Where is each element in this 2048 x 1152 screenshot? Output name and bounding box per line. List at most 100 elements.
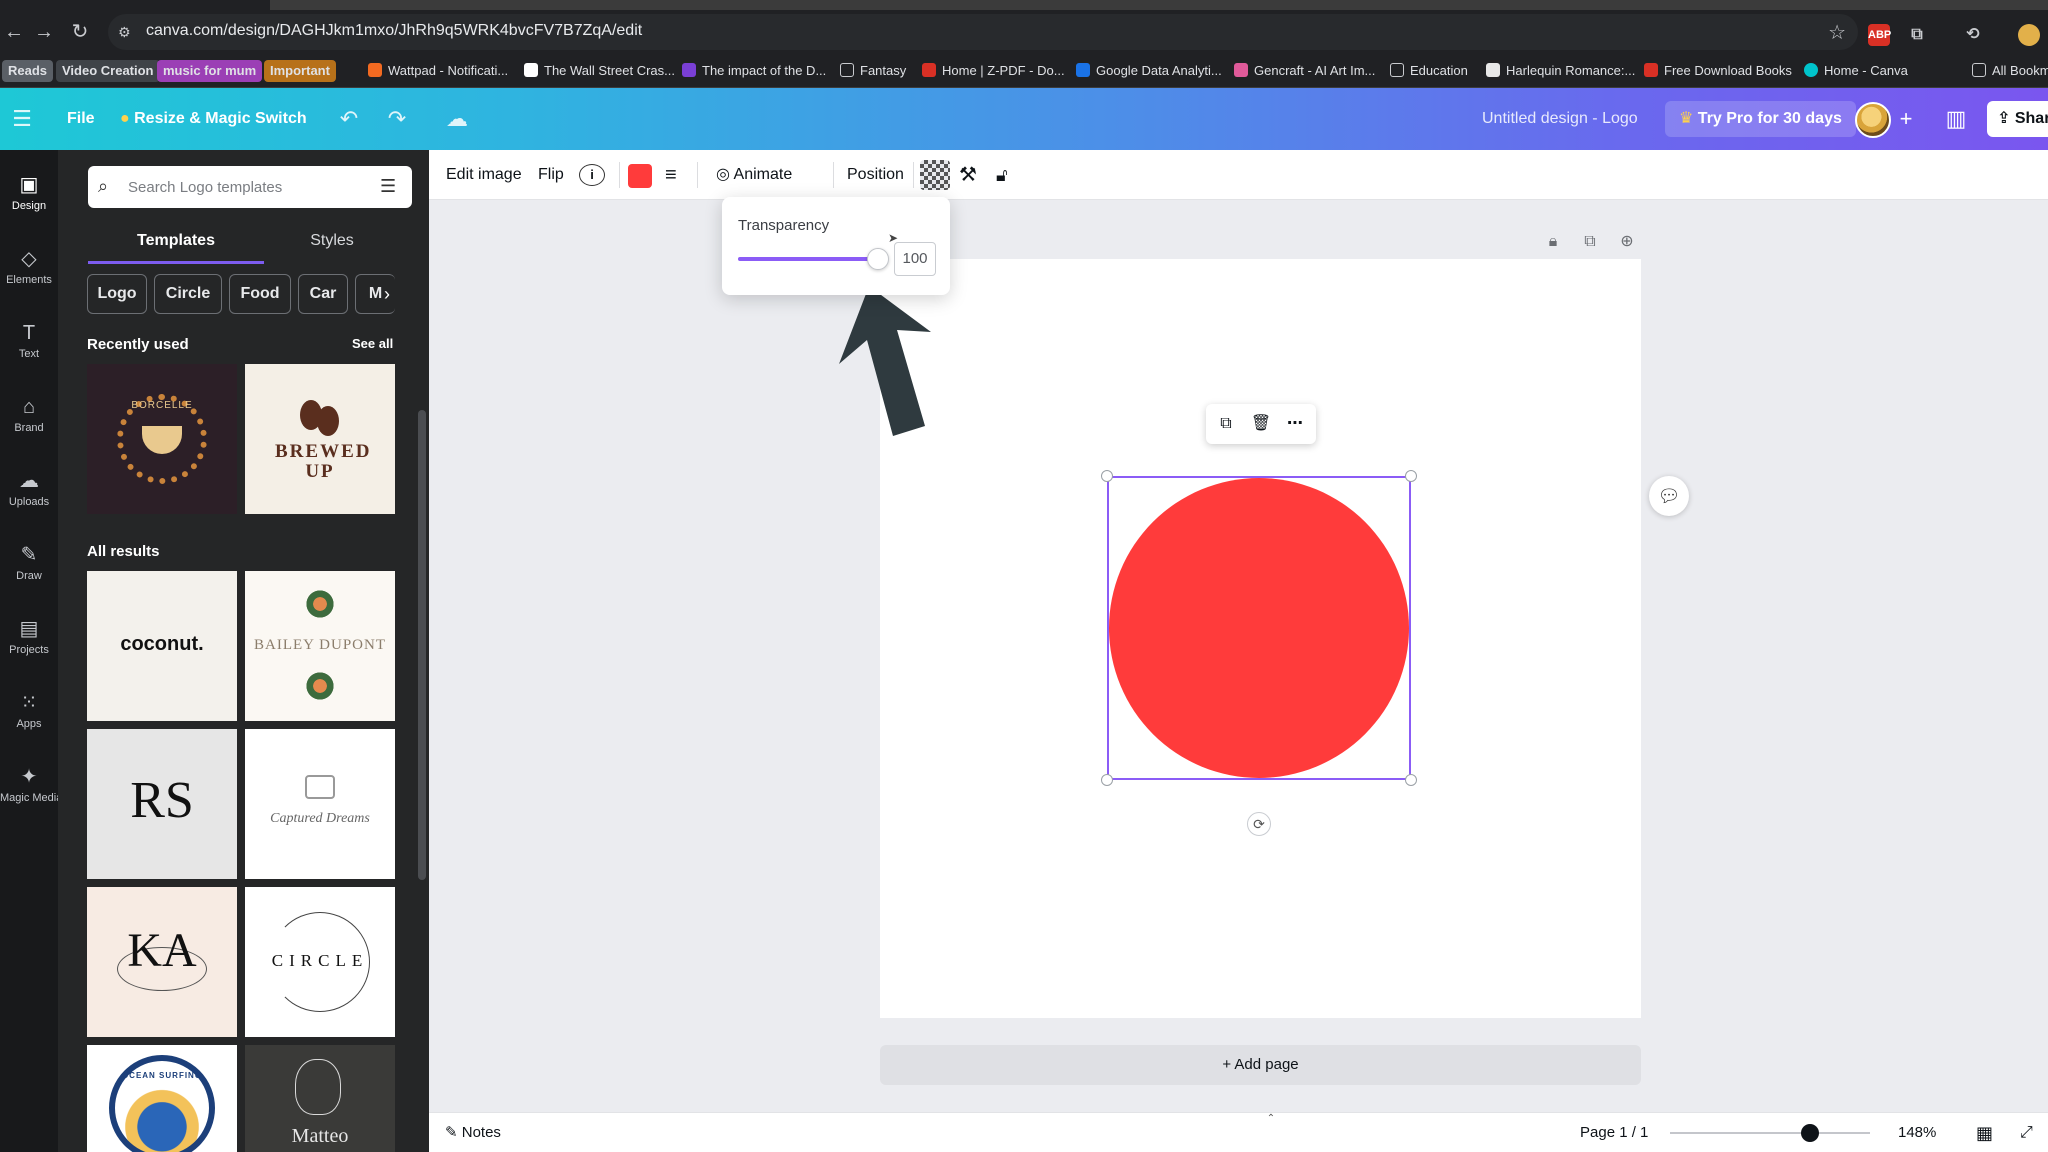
tab-styles[interactable]: Styles: [268, 224, 396, 264]
copy-style-paint-roller-icon[interactable]: ⚒: [959, 162, 977, 188]
address-bar[interactable]: ⚙ canva.com/design/DAGHJkm1mxo/JhRh9q5WR…: [108, 14, 1858, 50]
template-thumb-rs[interactable]: RS: [87, 729, 237, 879]
resize-magic-switch-button[interactable]: ● Resize & Magic Switch: [120, 103, 307, 135]
bookmark-wall-street[interactable]: The Wall Street Cras...: [524, 60, 675, 82]
rail-item-projects[interactable]: ▤ Projects: [0, 606, 58, 670]
duplicate-icon[interactable]: ⧉: [1214, 412, 1238, 436]
bookmark-folder-education[interactable]: Education: [1390, 60, 1468, 82]
insights-chart-icon[interactable]: ▥: [1940, 103, 1972, 135]
duplicate-page-icon[interactable]: ⧉: [1578, 230, 1602, 254]
rail-item-draw[interactable]: ✎ Draw: [0, 532, 58, 596]
bookmark-google-data[interactable]: Google Data Analyti...: [1076, 60, 1222, 82]
template-search-box[interactable]: ⌕ ☰: [88, 166, 412, 208]
notes-button[interactable]: ✎ Notes: [445, 1121, 501, 1145]
share-button[interactable]: ⇪ Share: [1987, 101, 2048, 137]
template-search-input[interactable]: [128, 174, 358, 200]
rail-item-elements[interactable]: ◇ Elements: [0, 236, 58, 300]
history-icon[interactable]: ⟲: [1962, 24, 1984, 46]
redo-icon[interactable]: ↷: [381, 103, 413, 135]
rail-item-design[interactable]: ▣ Design: [0, 162, 58, 226]
transparency-slider-track[interactable]: [738, 257, 878, 261]
chip-food[interactable]: Food: [229, 274, 291, 314]
page-indicator[interactable]: Page 1 / 1: [1580, 1121, 1648, 1145]
template-thumb-ocean-surfing[interactable]: OCEAN SURFING: [87, 1045, 237, 1152]
resize-handle-top-right[interactable]: [1405, 470, 1417, 482]
more-options-icon[interactable]: ⋯: [1283, 412, 1307, 436]
panel-scrollbar-thumb[interactable]: [418, 410, 426, 880]
rail-item-apps[interactable]: ⁙ Apps: [0, 680, 58, 744]
bookmark-home-canva[interactable]: Home - Canva: [1804, 60, 1908, 82]
filter-sliders-icon[interactable]: ☰: [380, 175, 402, 197]
border-style-icon[interactable]: ≡: [665, 162, 677, 188]
forward-icon[interactable]: →: [30, 18, 58, 46]
panel-scrollbar[interactable]: [414, 260, 428, 1152]
rail-item-magic-media[interactable]: ✦ Magic Media: [0, 754, 62, 818]
resize-handle-top-left[interactable]: [1101, 470, 1113, 482]
animate-button[interactable]: ◎ Animate: [716, 162, 792, 188]
zoom-slider-track[interactable]: [1670, 1132, 1870, 1134]
extensions-puzzle-icon[interactable]: ⧉: [1906, 24, 1928, 46]
resize-handle-bottom-right[interactable]: [1405, 774, 1417, 786]
position-button[interactable]: Position: [835, 162, 916, 188]
bookmark-tag-video-creation[interactable]: Video Creation: [56, 60, 160, 82]
info-icon[interactable]: i: [579, 164, 605, 186]
add-page-button[interactable]: + Add page: [880, 1045, 1641, 1085]
adblock-extension-icon[interactable]: ABP: [1868, 24, 1891, 46]
lock-icon[interactable]: 🔓︎: [996, 162, 1008, 188]
site-info-icon[interactable]: ⚙: [118, 23, 136, 41]
bookmark-tag-important[interactable]: Important: [264, 60, 336, 82]
chip-car[interactable]: Car: [298, 274, 348, 314]
try-pro-button[interactable]: ♛ Try Pro for 30 days: [1665, 101, 1856, 137]
template-thumb-captured-dreams[interactable]: Captured Dreams: [245, 729, 395, 879]
template-thumb-borcelle[interactable]: BORCELLE: [87, 364, 237, 514]
active-tab[interactable]: [0, 0, 270, 10]
cloud-saved-icon[interactable]: ☁: [441, 103, 473, 135]
reload-icon[interactable]: ↻: [66, 18, 94, 46]
add-page-icon[interactable]: ⊕: [1615, 230, 1639, 254]
back-icon[interactable]: ←: [0, 18, 28, 46]
flip-button[interactable]: Flip: [538, 162, 564, 188]
zoom-slider-knob[interactable]: [1801, 1124, 1819, 1142]
bookmark-folder-all[interactable]: All Bookmarks: [1972, 60, 2048, 82]
rail-item-uploads[interactable]: ☁ Uploads: [0, 458, 58, 522]
transparency-checker-icon[interactable]: [920, 160, 950, 190]
lock-page-icon[interactable]: 🔒︎: [1541, 230, 1565, 254]
grid-view-icon[interactable]: ▦: [1976, 1121, 1993, 1145]
template-thumb-ka[interactable]: KA: [87, 887, 237, 1037]
rail-item-text[interactable]: T Text: [0, 310, 58, 374]
bookmark-impact[interactable]: The impact of the D...: [682, 60, 826, 82]
rotate-handle-icon[interactable]: ⟳: [1247, 812, 1271, 836]
menu-hamburger-icon[interactable]: ☰: [6, 103, 38, 135]
chevron-up-icon[interactable]: ⌃: [1251, 1113, 1291, 1124]
bookmark-tag-music-for-mum[interactable]: music for mum: [157, 60, 263, 82]
edit-image-button[interactable]: Edit image: [446, 162, 522, 188]
chevron-right-icon[interactable]: ›: [384, 280, 404, 308]
add-collaborator-icon[interactable]: +: [1890, 103, 1922, 135]
delete-trash-icon[interactable]: 🗑︎: [1249, 412, 1273, 436]
tab-templates[interactable]: Templates: [88, 224, 264, 264]
canvas-workspace[interactable]: 🔒︎ ⧉ ⊕ ⧉ 🗑︎ ⋯ ⟳ 💬︎ + Add page: [429, 200, 2048, 1112]
bookmark-free-books[interactable]: Free Download Books: [1644, 60, 1792, 82]
see-all-link[interactable]: See all: [352, 336, 393, 351]
bookmark-harlequin[interactable]: Harlequin Romance:...: [1486, 60, 1635, 82]
bookmark-gencraft[interactable]: Gencraft - AI Art Im...: [1234, 60, 1375, 82]
profile-avatar-icon[interactable]: [2018, 24, 2040, 46]
user-avatar[interactable]: [1855, 102, 1891, 138]
chip-circle[interactable]: Circle: [154, 274, 222, 314]
template-thumb-brewed-up[interactable]: BREWED UP: [245, 364, 395, 514]
zoom-level[interactable]: 148%: [1898, 1121, 1936, 1145]
template-thumb-bailey-dupont[interactable]: BAILEY DUPONT: [245, 571, 395, 721]
rail-item-brand[interactable]: ⌂ Brand: [0, 384, 58, 448]
add-comment-icon[interactable]: 💬︎: [1649, 476, 1689, 516]
transparency-value-input[interactable]: 100: [894, 242, 936, 276]
file-menu-button[interactable]: File: [67, 103, 95, 135]
transparency-slider-knob[interactable]: [867, 248, 889, 270]
template-thumb-coconut[interactable]: coconut.: [87, 571, 237, 721]
fullscreen-icon[interactable]: ⤢: [2020, 1121, 2033, 1145]
chip-logo[interactable]: Logo: [87, 274, 147, 314]
template-thumb-circle[interactable]: CIRCLE: [245, 887, 395, 1037]
bookmark-zpdf[interactable]: Home | Z-PDF - Do...: [922, 60, 1065, 82]
template-thumb-matteo[interactable]: Matteo: [245, 1045, 395, 1152]
bookmark-star-icon[interactable]: ☆: [1828, 20, 1846, 45]
fill-color-swatch[interactable]: [628, 164, 652, 188]
